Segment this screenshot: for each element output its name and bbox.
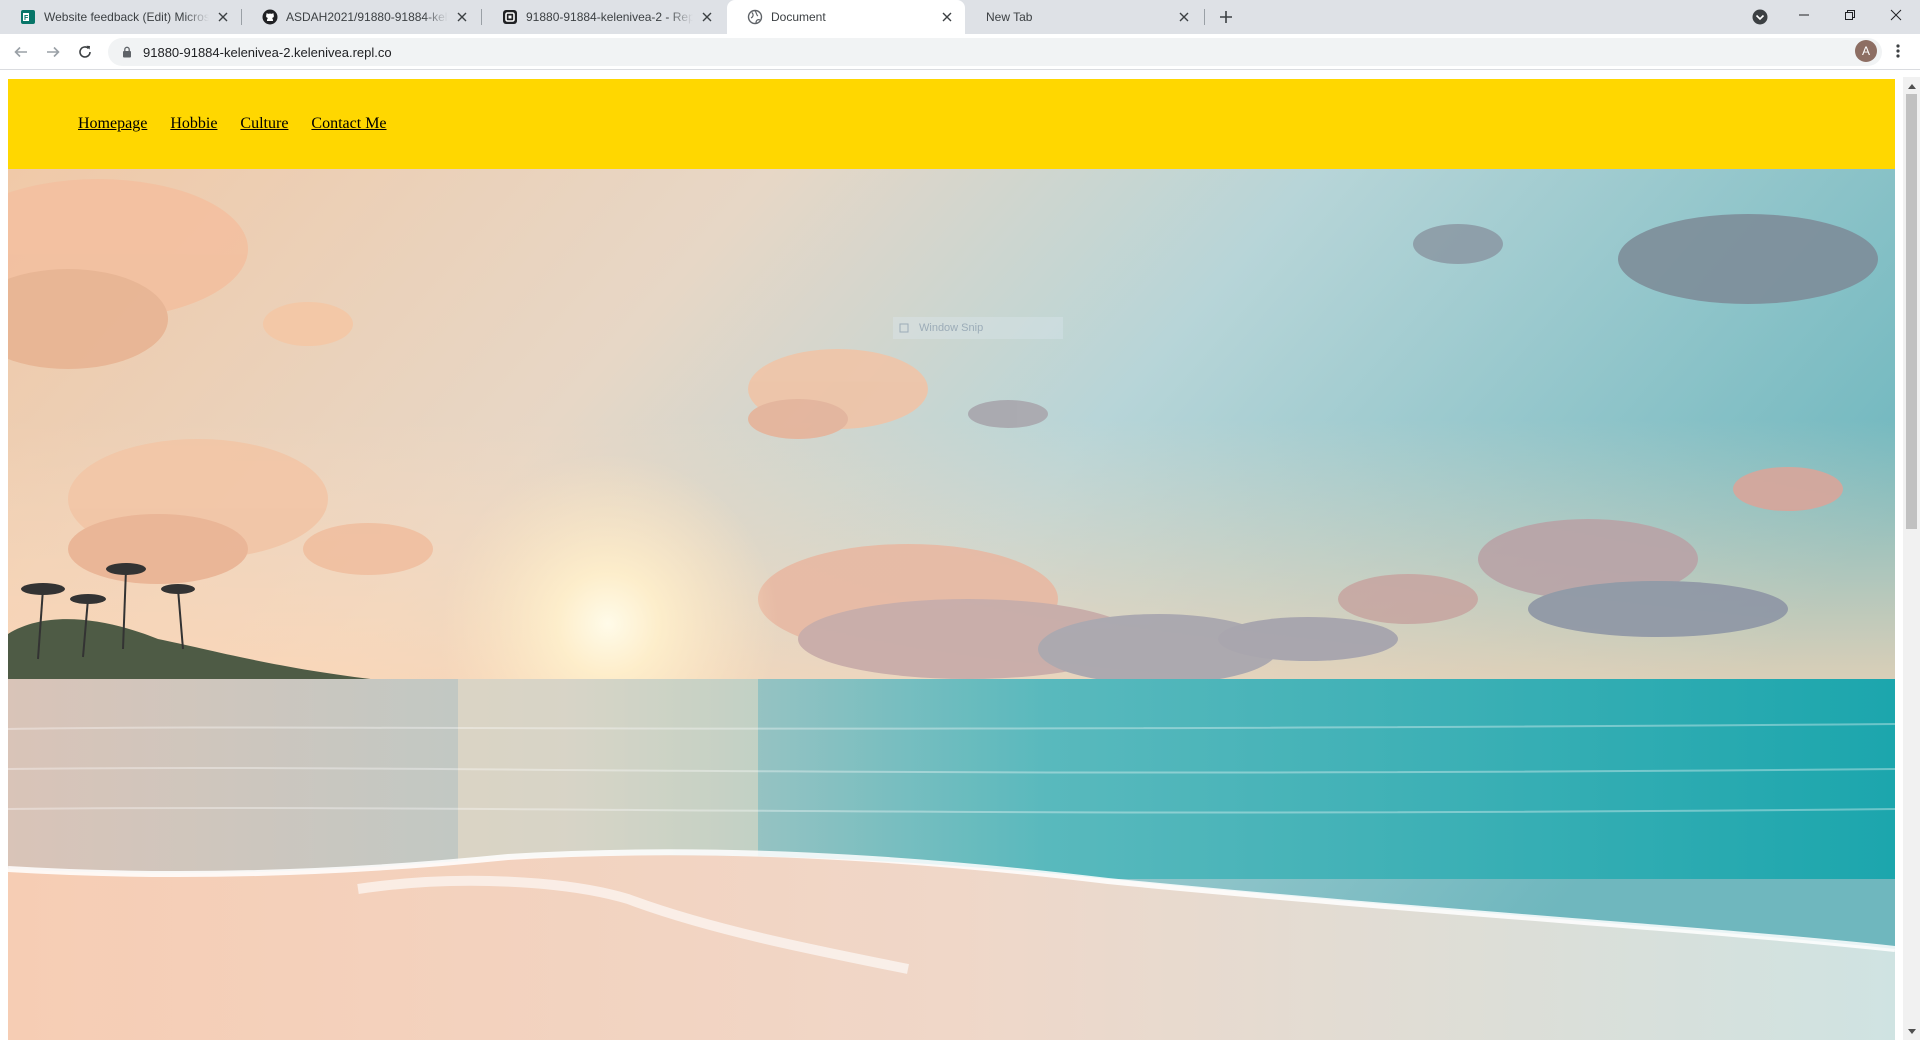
plus-icon xyxy=(1220,11,1232,23)
close-window-button[interactable] xyxy=(1873,0,1919,30)
site-navbar: Homepage Hobbie Culture Contact Me xyxy=(8,79,1895,169)
tab-document[interactable]: Document xyxy=(727,0,965,34)
address-bar[interactable]: 91880-91884-kelenivea-2.kelenivea.repl.c… xyxy=(108,38,1882,66)
scroll-down-button[interactable] xyxy=(1903,1023,1920,1040)
lock-icon[interactable] xyxy=(120,45,134,59)
tab-github[interactable]: ASDAH2021/91880-91884-kelenivea xyxy=(242,0,480,34)
nav-link-homepage[interactable]: Homepage xyxy=(78,115,147,133)
scroll-up-arrow-icon xyxy=(1907,83,1916,89)
new-tab-button[interactable] xyxy=(1214,5,1238,29)
nav-link-hobbie[interactable]: Hobbie xyxy=(170,115,217,133)
browser-toolbar: 91880-91884-kelenivea-2.kelenivea.repl.c… xyxy=(0,34,1920,70)
profile-avatar[interactable]: A xyxy=(1855,40,1877,62)
url-text[interactable]: 91880-91884-kelenivea-2.kelenivea.repl.c… xyxy=(143,45,392,60)
nav-link-culture[interactable]: Culture xyxy=(240,115,288,133)
scroll-down-arrow-icon xyxy=(1907,1028,1916,1034)
close-tab-icon[interactable] xyxy=(1176,9,1192,25)
scroll-thumb[interactable] xyxy=(1906,94,1917,529)
scroll-up-button[interactable] xyxy=(1903,77,1920,94)
restore-button[interactable] xyxy=(1827,0,1873,30)
hero-image xyxy=(8,169,1895,1040)
tab-title: Document xyxy=(771,10,826,24)
restore-icon xyxy=(1845,10,1855,20)
tab-title: ASDAH2021/91880-91884-kelenivea xyxy=(286,10,448,24)
tab-title: Website feedback (Edit) Microsoft Forms xyxy=(44,10,209,24)
close-tab-icon[interactable] xyxy=(939,9,955,25)
tab-new-tab[interactable]: New Tab xyxy=(966,0,1202,34)
tab-title: New Tab xyxy=(986,10,1033,24)
page-viewport: Homepage Hobbie Culture Contact Me Windo… xyxy=(0,71,1920,1040)
tab-strip: F Website feedback (Edit) Microsoft Form… xyxy=(0,0,1920,34)
tab-search-button[interactable] xyxy=(1750,7,1770,27)
browser-menu-button[interactable] xyxy=(1888,40,1908,62)
tab-title: 91880-91884-kelenivea-2 - Replit xyxy=(526,10,693,24)
more-vert-icon xyxy=(1896,44,1900,58)
tab-forms[interactable]: F Website feedback (Edit) Microsoft Form… xyxy=(0,0,241,34)
github-icon xyxy=(262,9,278,25)
snip-label-text: Window Snip xyxy=(919,322,984,334)
window-snip-overlay: Window Snip xyxy=(893,317,1063,339)
snip-icon xyxy=(897,321,911,335)
reload-button[interactable] xyxy=(73,40,97,64)
chevron-down-icon xyxy=(1752,9,1768,25)
forms-icon: F xyxy=(20,9,36,25)
tab-separator xyxy=(1204,9,1205,25)
replit-icon xyxy=(502,9,518,25)
back-arrow-icon xyxy=(14,46,27,58)
minimize-icon xyxy=(1799,14,1809,16)
website: Homepage Hobbie Culture Contact Me Windo… xyxy=(8,79,1895,1040)
reload-icon xyxy=(79,45,91,58)
tab-replit[interactable]: 91880-91884-kelenivea-2 - Replit xyxy=(482,0,725,34)
close-icon xyxy=(1890,9,1902,21)
nav-link-contact-me[interactable]: Contact Me xyxy=(311,115,386,133)
minimize-button[interactable] xyxy=(1781,0,1827,30)
beach-sunset-image xyxy=(8,169,1895,1040)
forward-button[interactable] xyxy=(41,40,65,64)
svg-text:F: F xyxy=(24,15,29,22)
forward-arrow-icon xyxy=(47,46,60,58)
close-tab-icon[interactable] xyxy=(454,9,470,25)
page-scrollbar[interactable] xyxy=(1903,77,1920,1040)
globe-icon xyxy=(747,9,763,25)
close-tab-icon[interactable] xyxy=(215,9,231,25)
back-button[interactable] xyxy=(9,40,33,64)
close-tab-icon[interactable] xyxy=(699,9,715,25)
